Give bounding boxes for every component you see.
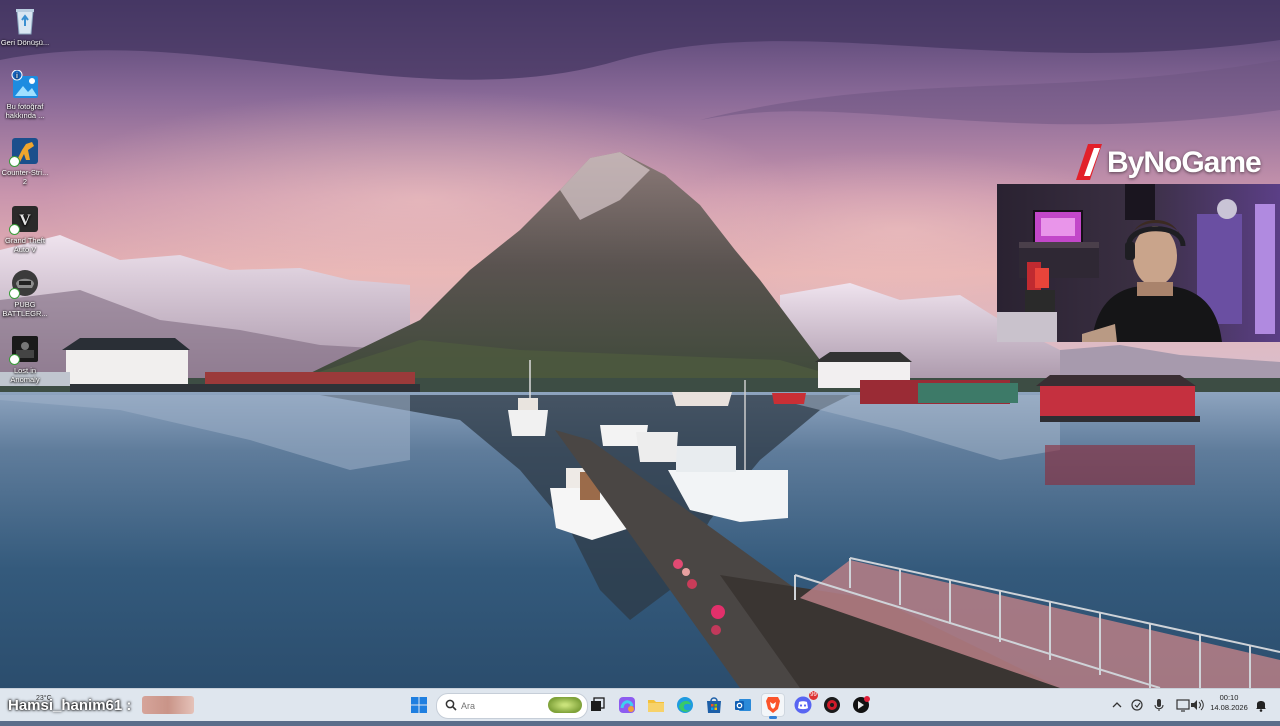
folder-icon <box>648 700 664 712</box>
gta-v-icon: V <box>9 204 40 235</box>
pubg-icon <box>9 268 40 299</box>
network-icon <box>1176 699 1190 712</box>
desktop-icon-recycle-bin[interactable]: Geri Dönüşü... <box>0 2 50 47</box>
desktop-icon-counter-strike[interactable]: Counter-Stri... 2 <box>0 132 50 186</box>
shortcut-arrow-icon <box>9 156 20 167</box>
dark-app-icon <box>853 696 870 713</box>
webcam-overlay <box>997 184 1280 342</box>
app-dark-button[interactable] <box>849 693 873 717</box>
shortcut-arrow-icon <box>9 224 20 235</box>
blurred-region <box>142 696 194 714</box>
svg-text:V: V <box>19 212 31 229</box>
desktop-icon-pubg[interactable]: PUBG BATTLEGR... <box>0 264 50 318</box>
bell-icon <box>1256 701 1266 712</box>
discord-button[interactable]: 99 <box>791 691 818 717</box>
bynogame-logo-text: ByNoGame <box>1107 146 1262 179</box>
microsoft-store-button[interactable] <box>702 693 726 717</box>
recycle-bin-icon <box>10 6 40 36</box>
desktop-icon-label: Lost in Anomaly <box>10 366 40 384</box>
shortcut-arrow-icon <box>9 288 20 299</box>
tray-icons <box>1112 699 1204 712</box>
stream-overlay-username: Hamsi_hanim61 : <box>8 697 132 714</box>
clock-time: 00:10 <box>1219 693 1239 702</box>
desktop-icon-label: Bu fotoğraf hakkında ... <box>5 102 45 120</box>
discord-icon <box>794 696 812 714</box>
bynogame-logo: ByNoGame <box>1074 140 1274 184</box>
task-view-button[interactable] <box>585 693 609 717</box>
start-button[interactable] <box>407 693 431 717</box>
store-bag-icon <box>707 697 721 713</box>
speaker-icon <box>1191 699 1204 711</box>
app-red-button[interactable] <box>820 693 844 717</box>
desktop-icon-label: Grand Theft Auto V <box>5 236 45 254</box>
edge-button[interactable] <box>673 693 697 717</box>
wallpaper-landscape <box>0 0 1280 688</box>
brave-lion-icon <box>766 697 780 713</box>
desktop-icon-lost-in-anomaly[interactable]: Lost in Anomaly <box>0 330 50 384</box>
desktop-icon-about-photo[interactable]: i Bu fotoğraf hakkında ... <box>0 66 50 120</box>
file-explorer-button[interactable] <box>644 693 668 717</box>
search-highlight-icon <box>548 697 582 713</box>
outlook-button[interactable] <box>731 693 755 717</box>
taskbar-search[interactable] <box>436 693 588 719</box>
system-tray <box>1110 689 1206 721</box>
search-input[interactable] <box>459 698 543 714</box>
bynogame-logo-icon <box>1076 144 1102 180</box>
shortcut-arrow-icon <box>9 354 20 365</box>
task-view-icon <box>591 697 605 711</box>
notification-badge: 99 <box>809 691 818 700</box>
svg-text:i: i <box>16 73 18 80</box>
onedrive-icon <box>1131 699 1143 711</box>
search-icon <box>445 699 457 711</box>
microphone-icon <box>1154 699 1164 711</box>
edge-browser-icon <box>677 697 693 713</box>
clock-date: 14.08.2026 <box>1210 703 1248 712</box>
desktop-icon-gta-v[interactable]: V Grand Theft Auto V <box>0 200 50 254</box>
desktop-icon-label: PUBG BATTLEGR... <box>2 300 48 318</box>
desktop-wallpaper <box>0 0 1280 688</box>
desktop-icon-label: Geri Dönüşü... <box>0 38 50 47</box>
webcam-feed <box>997 184 1280 342</box>
copilot-button[interactable] <box>615 693 639 717</box>
taskbar-clock[interactable]: 00:10 14.08.2026 <box>1206 693 1252 713</box>
windows-logo-icon <box>411 697 427 713</box>
chevron-up-icon <box>1112 702 1122 708</box>
notifications-button[interactable] <box>1252 693 1270 717</box>
red-circle-app-icon <box>824 697 840 713</box>
desktop-icon-label: Counter-Stri... 2 <box>1 168 49 186</box>
brave-browser-button[interactable] <box>761 693 785 719</box>
copilot-icon <box>619 697 635 713</box>
taskbar: 23°C Hamsi_hanim61 : Ara 99 00:10 14.08.… <box>0 688 1280 721</box>
lost-in-anomaly-icon <box>9 334 40 365</box>
counter-strike-icon <box>9 136 40 167</box>
outlook-mail-icon <box>735 699 751 711</box>
photo-info-icon: i <box>10 69 40 100</box>
